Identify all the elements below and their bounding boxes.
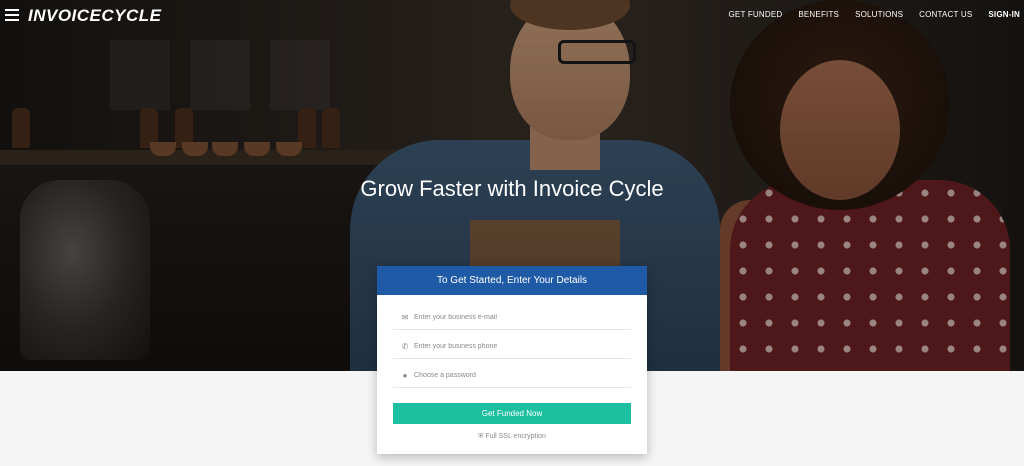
get-funded-button[interactable]: Get Funded Now — [393, 403, 631, 424]
menu-icon[interactable] — [5, 9, 19, 21]
signup-form-card: To Get Started, Enter Your Details ✉ ✆ ●… — [377, 266, 647, 454]
top-nav: INVOICECYCLE GET FUNDED BENEFITS SOLUTIO… — [0, 0, 1024, 30]
hero-headline: Grow Faster with Invoice Cycle — [360, 176, 664, 201]
envelope-icon: ✉ — [401, 313, 409, 322]
nav-link-benefits[interactable]: BENEFITS — [798, 10, 839, 19]
lock-icon: ● — [402, 371, 408, 380]
site-logo[interactable]: INVOICECYCLE — [28, 6, 162, 26]
shield-icon: ⛨ — [478, 433, 484, 440]
email-input[interactable] — [414, 314, 614, 321]
nav-link-solutions[interactable]: SOLUTIONS — [855, 10, 903, 19]
ssl-note-text: Full SSL encryption — [485, 433, 546, 440]
phone-input[interactable] — [414, 343, 614, 350]
phone-field-row: ✆ — [393, 335, 631, 359]
nav-link-contact-us[interactable]: CONTACT US — [919, 10, 972, 19]
nav-link-sign-in[interactable]: SIGN-IN — [988, 10, 1020, 19]
form-header: To Get Started, Enter Your Details — [377, 266, 647, 295]
password-input[interactable] — [414, 372, 614, 379]
email-field-row: ✉ — [393, 306, 631, 330]
nav-links: GET FUNDED BENEFITS SOLUTIONS CONTACT US… — [713, 10, 1021, 19]
nav-link-get-funded[interactable]: GET FUNDED — [729, 10, 783, 19]
phone-icon: ✆ — [401, 342, 409, 351]
ssl-note: ⛨ Full SSL encryption — [377, 433, 647, 441]
password-field-row: ● — [393, 364, 631, 388]
